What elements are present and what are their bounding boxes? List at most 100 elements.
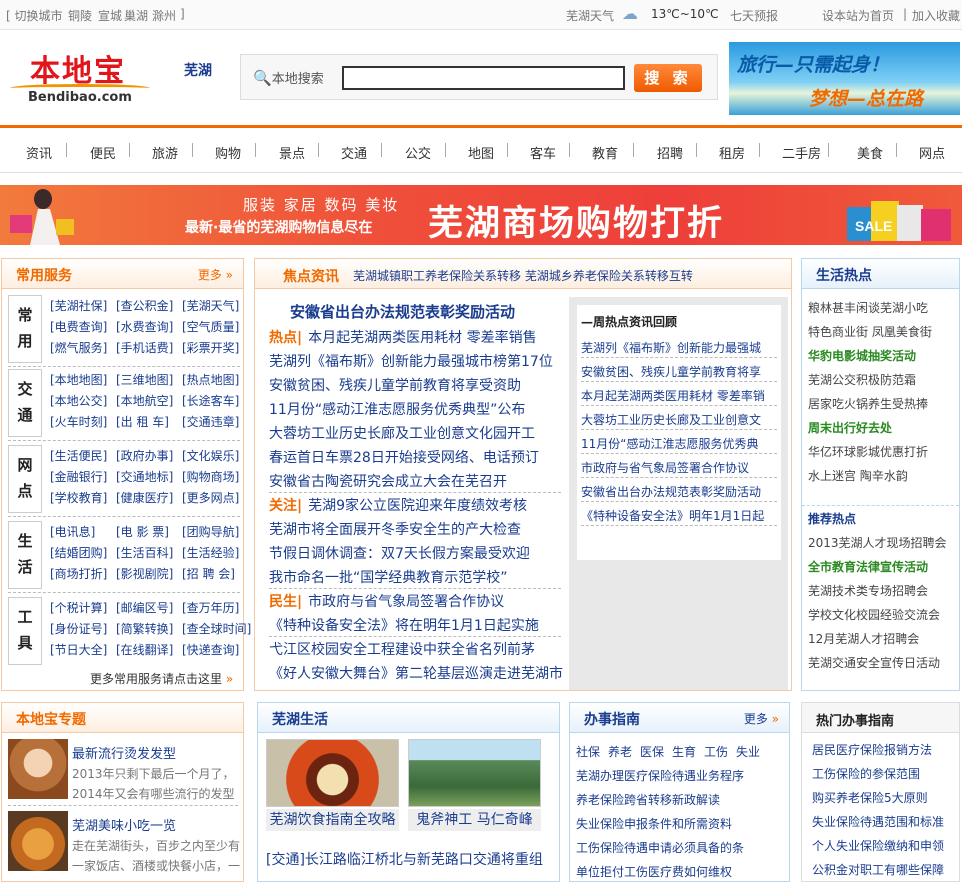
- service-link[interactable]: [更多网点]: [182, 489, 248, 506]
- recommend-item[interactable]: 芜湖交通安全宣传日活动: [808, 654, 940, 671]
- news-item[interactable]: 春运首日车票28日开始接受网络、电话预订: [269, 447, 539, 467]
- service-link[interactable]: [金融银行]: [50, 468, 116, 485]
- nav-item[interactable]: 公交: [405, 143, 431, 162]
- service-link[interactable]: [空气质量]: [182, 318, 248, 335]
- news-item[interactable]: 关注| 芜湖9家公立医院迎来年度绩效考核: [269, 495, 527, 515]
- service-link[interactable]: [购物商场]: [182, 468, 248, 485]
- service-link[interactable]: [团购导航]: [182, 523, 248, 540]
- nav-item[interactable]: 便民: [90, 143, 116, 162]
- service-link[interactable]: [生活百科]: [116, 544, 182, 561]
- weekly-review-item[interactable]: 市政府与省气象局签署合作协议: [581, 459, 749, 476]
- travel-ad-banner[interactable]: 旅行—只需起身！ 梦想—总在路上！: [729, 42, 960, 115]
- service-link[interactable]: [火车时刻]: [50, 413, 116, 430]
- life-hot-item[interactable]: 特色商业街 凤凰美食街: [808, 323, 932, 340]
- service-link[interactable]: [出 租 车]: [116, 413, 182, 430]
- more-guide-link[interactable]: 更多 »: [744, 710, 779, 727]
- city-link-tongling[interactable]: 铜陵: [68, 7, 92, 24]
- service-link[interactable]: [本地航空]: [116, 392, 182, 409]
- news-item[interactable]: 节假日调休调查：双7天长假方案最受欢迎: [269, 543, 530, 563]
- nav-item[interactable]: 租房: [719, 143, 745, 162]
- weekly-review-item[interactable]: 安徽贫困、残疾儿童学前教育将享: [581, 363, 761, 380]
- service-link[interactable]: [电讯息]: [50, 523, 116, 540]
- service-link[interactable]: [招 聘 会]: [182, 565, 248, 582]
- service-link[interactable]: [结婚团购]: [50, 544, 116, 561]
- guide-item[interactable]: 工伤保险待遇申请必须具备的条: [576, 839, 744, 856]
- service-link[interactable]: [查全球时间]: [182, 620, 251, 637]
- site-logo[interactable]: 本地宝 Bendibao.com: [10, 46, 150, 110]
- nav-item[interactable]: 网点: [919, 143, 945, 162]
- weekly-review-item[interactable]: 芜湖列《福布斯》创新能力最强城: [581, 339, 761, 356]
- seven-day-forecast-link[interactable]: 七天预报: [730, 7, 778, 24]
- weekly-review-item[interactable]: 大蓉坊工业历史长廊及工业创意文: [581, 411, 761, 428]
- hot-guide-item[interactable]: 公积金对职工有哪些保障: [812, 861, 944, 878]
- service-link[interactable]: [电 影 票]: [116, 523, 182, 540]
- service-link[interactable]: [水费查询]: [116, 318, 182, 335]
- nav-item[interactable]: 交通: [341, 143, 367, 162]
- news-item[interactable]: 芜湖列《福布斯》创新能力最强城市榜第17位: [269, 351, 553, 371]
- guide-tag-link[interactable]: 失业: [736, 743, 760, 760]
- service-link[interactable]: [彩票开奖]: [182, 339, 248, 356]
- life-hot-item[interactable]: 周末出行好去处: [808, 419, 892, 436]
- news-ticker[interactable]: 芜湖城镇职工养老保险关系转移 芜湖城乡养老保险关系转移互转: [353, 267, 693, 284]
- news-item[interactable]: 民生| 市政府与省气象局签署合作协议: [269, 591, 504, 611]
- nav-item[interactable]: 二手房: [782, 143, 821, 162]
- hot-guide-item[interactable]: 个人失业保险缴纳和申领: [812, 837, 944, 854]
- shopping-discount-banner[interactable]: 服装 家居 数码 美妆 最新·最省的芜湖购物信息尽在 芜湖商场购物打折 SALE: [0, 185, 962, 245]
- guide-tag-link[interactable]: 社保: [576, 743, 600, 760]
- service-link[interactable]: [简繁转换]: [116, 620, 182, 637]
- guide-item[interactable]: 养老保险跨省转移新政解读: [576, 791, 720, 808]
- guide-tag-link[interactable]: 工伤: [704, 743, 728, 760]
- hot-guide-item[interactable]: 工伤保险的参保范围: [812, 765, 920, 782]
- service-link[interactable]: [本地地图]: [50, 371, 116, 388]
- service-link[interactable]: [手机话费]: [116, 339, 182, 356]
- nav-item[interactable]: 地图: [468, 143, 494, 162]
- search-input[interactable]: [342, 66, 625, 90]
- nav-item[interactable]: 美食: [857, 143, 883, 162]
- service-link[interactable]: [长途客车]: [182, 392, 248, 409]
- weekly-review-item[interactable]: 本月起芜湖两类医用耗材 零差率销: [581, 387, 765, 404]
- news-item[interactable]: 大蓉坊工业历史长廊及工业创意文化园开工: [269, 423, 535, 443]
- photo-caption[interactable]: 芜湖饮食指南全攻略: [266, 809, 399, 831]
- guide-item[interactable]: 失业保险申报条件和所需资料: [576, 815, 732, 832]
- news-item[interactable]: 11月份“感动江淮志愿服务优秀典型”公布: [269, 399, 525, 419]
- service-link[interactable]: [身份证号]: [50, 620, 116, 637]
- mountain-photo[interactable]: [408, 739, 541, 807]
- more-services-bottom-link[interactable]: 更多常用服务请点击这里 »: [90, 670, 233, 687]
- service-link[interactable]: [本地公交]: [50, 392, 116, 409]
- weather-label[interactable]: 芜湖天气: [566, 7, 614, 24]
- news-item[interactable]: 安徽省古陶瓷研究会成立大会在芜召开: [269, 471, 507, 491]
- news-item[interactable]: 热点| 本月起芜湖两类医用耗材 零差率销售: [269, 327, 537, 347]
- nav-item[interactable]: 购物: [215, 143, 241, 162]
- service-link[interactable]: [政府办事]: [116, 447, 182, 464]
- service-link[interactable]: [商场打折]: [50, 565, 116, 582]
- hairstyle-thumbnail[interactable]: [8, 739, 68, 799]
- more-services-link[interactable]: 更多 »: [198, 266, 233, 283]
- life-news-link[interactable]: [交通]长江路临江桥北与新芜路口交通将重组: [266, 849, 543, 869]
- weekly-review-item[interactable]: 11月份“感动江淮志愿服务优秀典: [581, 435, 759, 452]
- service-link[interactable]: [芜湖天气]: [182, 297, 248, 314]
- city-link-chuzhou[interactable]: 滁州: [152, 7, 176, 24]
- hot-guide-item[interactable]: 失业保险待遇范围和标准: [812, 813, 944, 830]
- news-item[interactable]: 《好人安徽大舞台》第二轮基层巡演走进芜湖市: [269, 663, 563, 683]
- recommend-item[interactable]: 12月芜湖人才招聘会: [808, 630, 919, 647]
- snack-thumbnail[interactable]: [8, 811, 68, 871]
- city-link-xuancheng[interactable]: 宣城: [98, 7, 122, 24]
- nav-item[interactable]: 旅游: [152, 143, 178, 162]
- nav-item[interactable]: 教育: [592, 143, 618, 162]
- service-link[interactable]: [生活便民]: [50, 447, 116, 464]
- life-hot-item[interactable]: 居家吃火锅养生受热捧: [808, 395, 928, 412]
- service-link[interactable]: [邮编区号]: [116, 599, 182, 616]
- service-link[interactable]: [查公积金]: [116, 297, 182, 314]
- add-favorite-link[interactable]: 加入收藏: [912, 7, 960, 24]
- service-link[interactable]: [个税计算]: [50, 599, 116, 616]
- life-hot-item[interactable]: 华豹电影城抽奖活动: [808, 347, 916, 364]
- service-link[interactable]: [查万年历]: [182, 599, 248, 616]
- guide-tag-link[interactable]: 生育: [672, 743, 696, 760]
- guide-tag-link[interactable]: 医保: [640, 743, 664, 760]
- service-link[interactable]: [学校教育]: [50, 489, 116, 506]
- service-link[interactable]: [热点地图]: [182, 371, 248, 388]
- service-link[interactable]: [生活经验]: [182, 544, 248, 561]
- nav-item[interactable]: 客车: [530, 143, 556, 162]
- photo-caption[interactable]: 鬼斧神工 马仁奇峰: [408, 809, 541, 831]
- guide-item[interactable]: 单位拒付工伤医疗费如何维权: [576, 863, 732, 880]
